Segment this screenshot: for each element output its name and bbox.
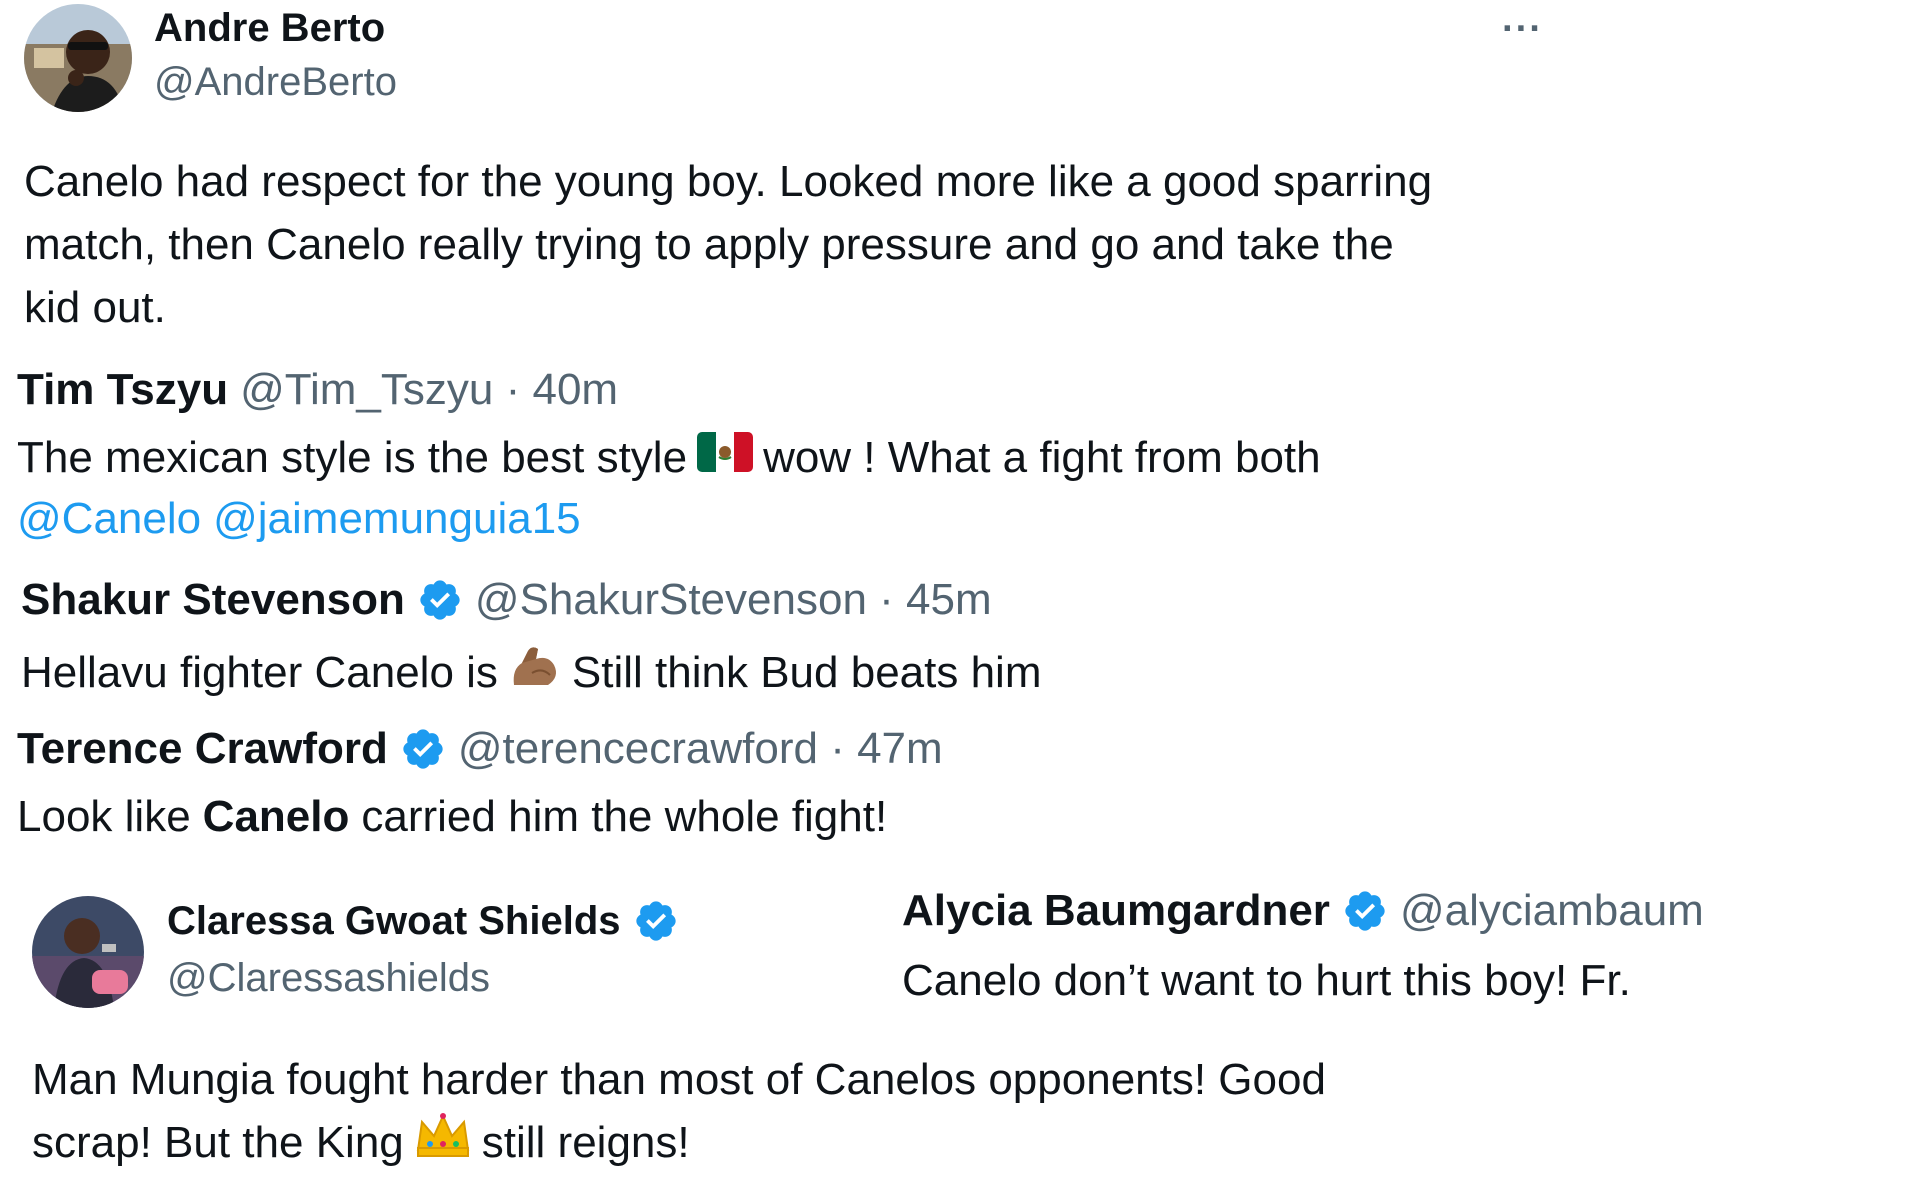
tweet-text: Canelo had respect for the young boy. Lo…	[24, 150, 1564, 339]
quoted-text-segment: The mexican style is the best style	[17, 432, 688, 482]
quoted-text: Hellavu fighter Canelo is Still think Bu…	[21, 643, 1041, 702]
quoted-author-line: Terence Crawford @terencecrawford · 47m	[17, 724, 943, 774]
tweet-text-line: Man Mungia fought harder than most of Ca…	[32, 1055, 1326, 1104]
quoted-author-line: Alycia Baumgardner @alyciambaum	[902, 886, 1704, 936]
quoted-text: The mexican style is the best style wow …	[17, 432, 1321, 483]
verified-badge-icon	[417, 577, 463, 623]
quoted-author-handle-time[interactable]: @terencecrawford · 47m	[458, 724, 943, 774]
mention-link[interactable]: @Canelo	[17, 494, 201, 544]
verified-badge-icon	[1342, 888, 1388, 934]
author-name-line: Claressa Gwoat Shields	[167, 898, 679, 944]
author-handle[interactable]: @Claressashields	[167, 956, 490, 1001]
quoted-author-name[interactable]: Tim Tszyu	[17, 365, 228, 415]
more-icon[interactable]: ···	[1502, 8, 1543, 51]
verified-badge-icon	[633, 898, 679, 944]
tweet-text-line: kid out.	[24, 283, 166, 332]
mention-link[interactable]: @jaimemunguia15	[213, 494, 581, 544]
quoted-text-segment: Hellavu fighter Canelo is	[21, 647, 498, 697]
author-name[interactable]: Andre Berto	[154, 6, 385, 51]
quoted-text: Look like Canelo carried him the whole f…	[17, 792, 887, 842]
quoted-text-segment: Still think Bud beats him	[571, 647, 1042, 697]
tweet-text-segment: scrap! But the King	[32, 1118, 404, 1167]
quoted-author-name[interactable]: Shakur Stevenson	[21, 575, 405, 625]
quoted-author-name[interactable]: Alycia Baumgardner	[902, 886, 1330, 936]
quoted-text: Canelo don’t want to hurt this boy! Fr.	[902, 956, 1631, 1005]
quoted-author-handle-time[interactable]: @Tim_Tszyu · 40m	[240, 365, 618, 415]
quoted-author-name[interactable]: Terence Crawford	[17, 724, 388, 774]
quoted-text-segment: wow ! What a fight from both	[763, 432, 1321, 482]
screenshot-stage: Andre Berto @AndreBerto ··· Canelo had r…	[0, 0, 1920, 1200]
avatar[interactable]	[24, 4, 132, 112]
quoted-author-handle[interactable]: @alyciambaum	[1400, 886, 1704, 936]
avatar[interactable]	[32, 896, 144, 1008]
tweet-text-line: scrap! But the King still reigns!	[32, 1111, 1572, 1174]
mentions-line: @Canelo @jaimemunguia15	[17, 494, 581, 544]
flexed-biceps-emoji	[508, 643, 562, 702]
quoted-text-segment: carried him the whole fight!	[361, 792, 888, 841]
tweet-text-line: match, then Canelo really trying to appl…	[24, 220, 1394, 269]
quoted-author-line: Shakur Stevenson @ShakurStevenson · 45m	[21, 575, 992, 625]
quoted-text-bold: Canelo	[202, 792, 350, 841]
quoted-author-line: Tim Tszyu @Tim_Tszyu · 40m	[17, 365, 618, 415]
quoted-text-segment: Look like	[17, 792, 191, 841]
author-handle[interactable]: @AndreBerto	[154, 60, 397, 105]
mexico-flag-emoji	[697, 432, 754, 483]
tweet-text-line: Canelo had respect for the young boy. Lo…	[24, 157, 1433, 206]
tweet-text-segment: still reigns!	[481, 1118, 690, 1167]
tweet-text: Man Mungia fought harder than most of Ca…	[32, 1048, 1572, 1174]
verified-badge-icon	[400, 726, 446, 772]
quoted-author-handle-time[interactable]: @ShakurStevenson · 45m	[475, 575, 992, 625]
crown-emoji	[414, 1110, 472, 1175]
author-name[interactable]: Claressa Gwoat Shields	[167, 899, 621, 944]
